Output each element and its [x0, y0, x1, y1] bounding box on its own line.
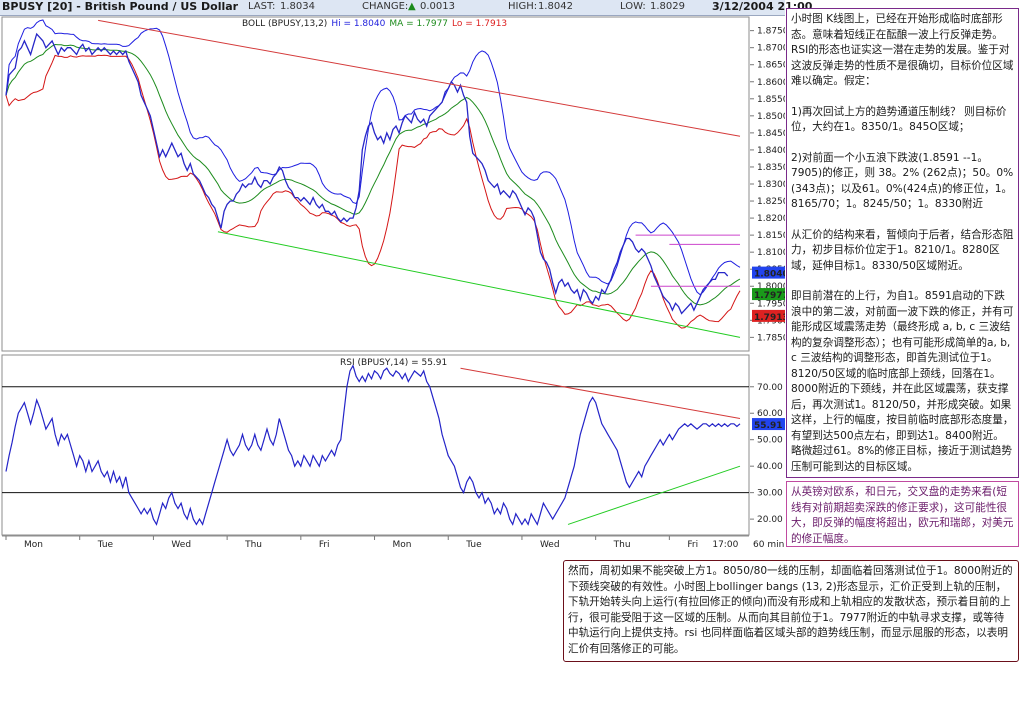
- price-tick-label: 1.8300: [757, 180, 785, 190]
- chart-area: 1.8750 1.8700 1.8650 1.8600 1.8550 1.8500 1.84…: [0, 16, 785, 550]
- change-label: CHANGE:: [362, 1, 409, 12]
- rsi-panel: 70.00 60.00 50.00 40.00 30.00 20.00 55.91 RSI…: [1, 354, 785, 536]
- low-label: LOW:: [620, 1, 646, 12]
- chart-header: BPUSY [20] - British Pound / US Dollar L…: [0, 0, 812, 16]
- price-tick-label: 1.7850: [757, 333, 785, 343]
- x-interval-label: 60 min: [753, 540, 784, 550]
- high-label: HIGH:: [508, 1, 538, 12]
- last-label: LAST:: [248, 1, 276, 12]
- price-tick-label: 1.8700: [757, 44, 785, 54]
- x-day-label: Tue: [97, 540, 114, 550]
- price-tick-label: 1.8200: [757, 214, 785, 224]
- analysis-box-bottom: 然而，周初如果不能突破上方1。8050/80一线的压制，却面临着回落测试位于1。…: [563, 560, 1019, 662]
- x-time-label: 17:00: [712, 540, 738, 550]
- x-day-label: Fri: [319, 540, 330, 550]
- rsi-tick-label: 50.00: [757, 436, 783, 446]
- x-day-label: Mon: [24, 540, 43, 550]
- price-badge-label: 1.7977: [754, 291, 785, 301]
- last-value: 1.8034: [280, 1, 315, 12]
- low-value: 1.8029: [650, 1, 685, 12]
- price-tick-label: 1.8550: [757, 95, 785, 105]
- analysis-paragraph: 从汇价的结构来看，暂倾向于后者，结合形态阻力，初步目标价位定于1。8210/1。…: [791, 228, 1014, 272]
- price-tick-label: 1.8100: [757, 248, 785, 258]
- price-tick-label: 1.8400: [757, 146, 785, 156]
- x-day-label: Wed: [171, 540, 191, 550]
- change-value: 0.0013: [420, 1, 455, 12]
- price-tick-label: 1.8750: [757, 27, 785, 37]
- price-badge-label: 1.8040: [754, 270, 785, 280]
- change-arrow: ▲: [408, 1, 416, 12]
- analysis-paragraph: 1)再次回试上方的趋势通道压制线？ 则目标价位，大约在1。8350/1。845O…: [791, 105, 1007, 134]
- analysis-paragraph: 2)对前面一个小五浪下跌波(1.8591 --1。7905)的修正，则 38。2…: [791, 151, 1014, 211]
- price-tick-label: 1.8600: [757, 78, 785, 88]
- x-day-label: Mon: [393, 540, 412, 550]
- x-day-label: Fri: [687, 540, 698, 550]
- x-day-label: Thu: [613, 540, 631, 550]
- analysis-paragraph: 小时图 K线图上，已经在开始形成临时底部形态。意味着短线正在酝酿一波上行反弹走势…: [791, 13, 1014, 87]
- rsi-tick-label: 40.00: [757, 462, 783, 472]
- price-tick-label: 1.8150: [757, 231, 785, 241]
- price-badge-label: 1.7913: [754, 313, 785, 323]
- analysis-paragraph: 即目前潜在的上行，为自1。8591启动的下跌浪中的第二波，对前面一波下跌的修正，…: [791, 290, 1014, 473]
- analysis-box-main: 小时图 K线图上，已经在开始形成临时底部形态。意味着短线正在酝酿一波上行反弹走势…: [786, 8, 1019, 478]
- price-tick-label: 1.8350: [757, 163, 785, 173]
- price-panel: 1.8750 1.8700 1.8650 1.8600 1.8550 1.8500 1.84…: [1, 16, 785, 352]
- rsi-tick-label: 20.00: [757, 515, 783, 525]
- rsi-badge: 55.91: [752, 418, 785, 431]
- rsi-tick-label: 60.00: [757, 409, 783, 419]
- price-tick-label: 1.8450: [757, 129, 785, 139]
- analysis-box-cross: 从英镑对欧系，和日元，交叉盘的走势来看(短线有对前期超卖深跌的修正要求)，这可能…: [786, 481, 1019, 547]
- x-day-label: Wed: [540, 540, 560, 550]
- chart-title: BPUSY [20] - British Pound / US Dollar: [2, 0, 239, 13]
- rsi-legend: RSI (BPUSY,14) = 55.91: [340, 358, 447, 368]
- price-badges: 1.8040 1.7977 1.7913: [752, 266, 785, 323]
- x-day-label: Thu: [244, 540, 262, 550]
- price-tick-label: 1.8250: [757, 197, 785, 207]
- rsi-tick-label: 30.00: [757, 489, 783, 499]
- rsi-badge-label: 55.91: [754, 421, 782, 431]
- price-tick-label: 1.8650: [757, 61, 785, 71]
- high-value: 1.8042: [538, 1, 573, 12]
- rsi-tick-label: 70.00: [757, 383, 783, 393]
- price-tick-label: 1.8500: [757, 112, 785, 122]
- boll-legend: BOLL (BPUSY,13,2) Hi = 1.8040 MA = 1.7977 L…: [242, 19, 507, 29]
- x-day-label: Tue: [465, 540, 482, 550]
